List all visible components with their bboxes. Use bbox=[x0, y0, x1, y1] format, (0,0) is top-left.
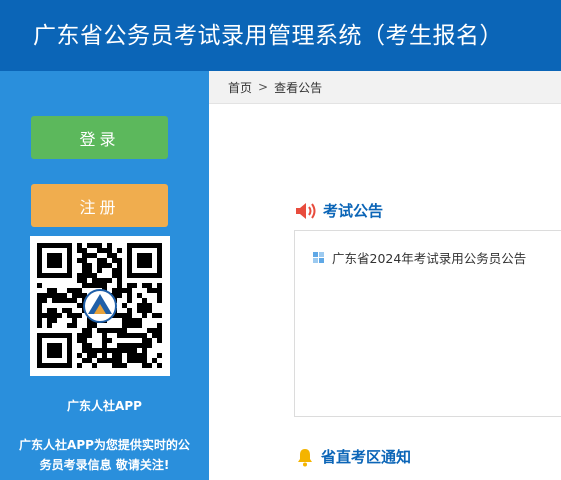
breadcrumb-separator: > bbox=[258, 80, 269, 94]
login-button[interactable]: 登录 bbox=[31, 116, 168, 159]
app-header: 广东省公务员考试录用管理系统（考生报名） bbox=[0, 0, 561, 71]
app-name-label: 广东人社APP bbox=[67, 399, 142, 413]
list-item[interactable]: 广东省2024年考试录用公务员公告 bbox=[313, 248, 526, 267]
exam-notice-title: 考试公告 bbox=[323, 202, 384, 220]
qr-code-icon bbox=[30, 236, 170, 376]
app-description: 广东人社APP为您提供实时的公 务员考录信息 敬请关注! bbox=[0, 435, 209, 475]
grid-bullet-icon bbox=[313, 252, 324, 263]
exam-notice-list: 广东省2024年考试录用公务员公告 bbox=[294, 230, 561, 417]
app-description-line: 务员考录信息 敬请关注! bbox=[39, 458, 170, 472]
sidebar: 登录 注册 广东人社APP 广东人社APP为您提供实时的公 务员考录信息 敬请关… bbox=[0, 71, 209, 480]
notice-link[interactable]: 广东省2024年考试录用公务员公告 bbox=[332, 248, 526, 267]
breadcrumb: 首页 > 查看公告 bbox=[209, 71, 561, 104]
main-content: 首页 > 查看公告 考试公告 广东省2024年考试录用公务员公告 省直考区通知 bbox=[209, 71, 561, 480]
bell-icon bbox=[298, 448, 312, 466]
app-description-line: 广东人社APP为您提供实时的公 bbox=[19, 438, 190, 452]
breadcrumb-current: 查看公告 bbox=[274, 80, 323, 95]
page-title: 广东省公务员考试录用管理系统（考生报名） bbox=[33, 23, 503, 49]
province-notice-header: 省直考区通知 bbox=[295, 446, 411, 467]
province-notice-title: 省直考区通知 bbox=[321, 448, 412, 466]
breadcrumb-home-link[interactable]: 首页 bbox=[228, 79, 252, 96]
register-button[interactable]: 注册 bbox=[31, 184, 168, 227]
exam-notice-header: 考试公告 bbox=[295, 200, 383, 221]
speaker-icon bbox=[296, 202, 316, 219]
